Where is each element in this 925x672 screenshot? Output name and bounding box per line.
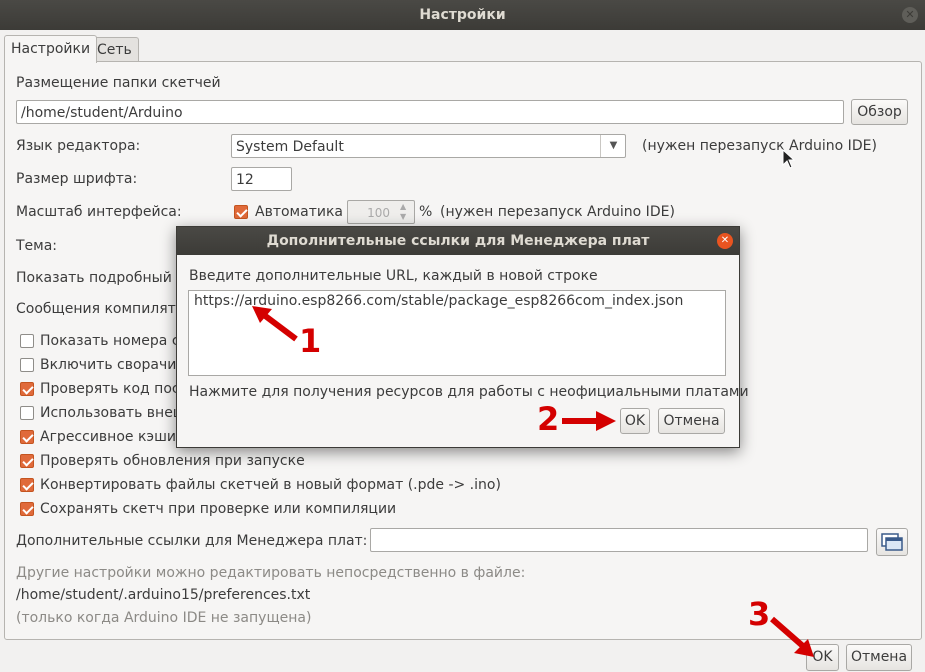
window-list-icon [881,533,903,551]
annotation-arrow-2-icon [562,411,616,431]
checkbox-save-on-verify[interactable] [20,502,34,516]
checkbox-label: Агрессивное кэшир [40,429,185,445]
spinner-arrows-icon[interactable]: ▲ ▼ [400,202,406,222]
footer-note: (только когда Arduino IDE не запущена) [16,610,312,626]
unofficial-boards-link[interactable]: Нажмите для получения ресурсов для работ… [189,384,749,400]
browse-button[interactable]: Обзор [851,99,908,125]
chevron-down-icon[interactable]: ▼ [600,135,626,157]
checkbox-code-folding[interactable] [20,358,34,372]
window-close-icon[interactable]: ✕ [902,7,918,23]
annotation-number-2: 2 [537,400,560,438]
scale-label: Масштаб интерфейса: [16,204,182,220]
checkbox-external-editor[interactable] [20,406,34,420]
language-label: Язык редактора: [16,138,141,154]
scale-note: (нужен перезапуск Arduino IDE) [440,204,675,220]
language-select[interactable]: System Default [231,134,626,158]
dialog-titlebar: Дополнительные ссылки для Менеджера плат [177,227,739,255]
checkbox-check-updates[interactable] [20,454,34,468]
scale-auto-checkbox[interactable] [234,205,248,219]
cancel-button[interactable]: Отмена [846,644,912,671]
dialog-prompt: Введите дополнительные URL, каждый в нов… [189,268,598,284]
sketchbook-label: Размещение папки скетчей [16,75,221,91]
checkbox-aggressive-cache[interactable] [20,430,34,444]
scale-unit: % [419,204,433,220]
tab-network-label: Сеть [97,42,132,58]
checkbox-label: Проверять обновления при запуске [40,453,305,469]
tab-network[interactable]: Сеть [90,37,139,62]
checkbox-verify-upload[interactable] [20,382,34,396]
preferences-path: /home/student/.arduino15/preferences.txt [16,587,311,603]
footer-info: Другие настройки можно редактировать неп… [16,565,526,581]
tab-settings-label: Настройки [11,41,91,57]
boards-url-input[interactable] [370,528,868,552]
window-title: Настройки [419,7,506,23]
verbose-label: Показать подробный в [16,270,185,286]
language-note: (нужен перезапуск Arduino IDE) [642,138,877,154]
dialog-close-icon[interactable]: ✕ [717,233,733,249]
sketchbook-path-input[interactable]: /home/student/Arduino [16,100,844,124]
tab-settings[interactable]: Настройки [4,35,98,63]
scale-auto-label: Автоматика [255,204,343,220]
checkbox-label: Конвертировать файлы скетчей в новый фор… [40,477,501,493]
checkbox-label: Использовать внеш [40,405,186,421]
dialog-cancel-button[interactable]: Отмена [658,408,725,434]
warnings-label: Сообщения компилято [16,301,185,317]
annotation-number-1: 1 [299,322,322,360]
font-size-label: Размер шрифта: [16,171,138,187]
annotation-number-3: 3 [748,595,771,633]
boards-url-label: Дополнительные ссылки для Менеджера плат… [16,533,368,549]
checkbox-label: Показать номера ст [40,333,188,349]
window-titlebar: Настройки [0,0,925,30]
language-select-value: System Default [236,139,344,155]
checkbox-convert-sketches[interactable] [20,478,34,492]
checkbox-label: Сохранять скетч при проверке или компиля… [40,501,397,517]
annotation-arrow-1-icon [252,306,298,342]
dialog-ok-button[interactable]: OK [620,408,650,434]
annotation-arrow-3-icon [770,616,814,657]
mouse-cursor-icon [782,149,796,169]
checkbox-label: Проверять код пос [40,381,180,397]
font-size-input[interactable]: 12 [231,167,292,191]
dialog-title: Дополнительные ссылки для Менеджера плат [266,233,650,249]
checkbox-line-numbers[interactable] [20,334,34,348]
boards-url-edit-button[interactable] [876,528,908,556]
theme-label: Тема: [16,238,58,254]
checkbox-label: Включить сворачи [40,357,177,373]
